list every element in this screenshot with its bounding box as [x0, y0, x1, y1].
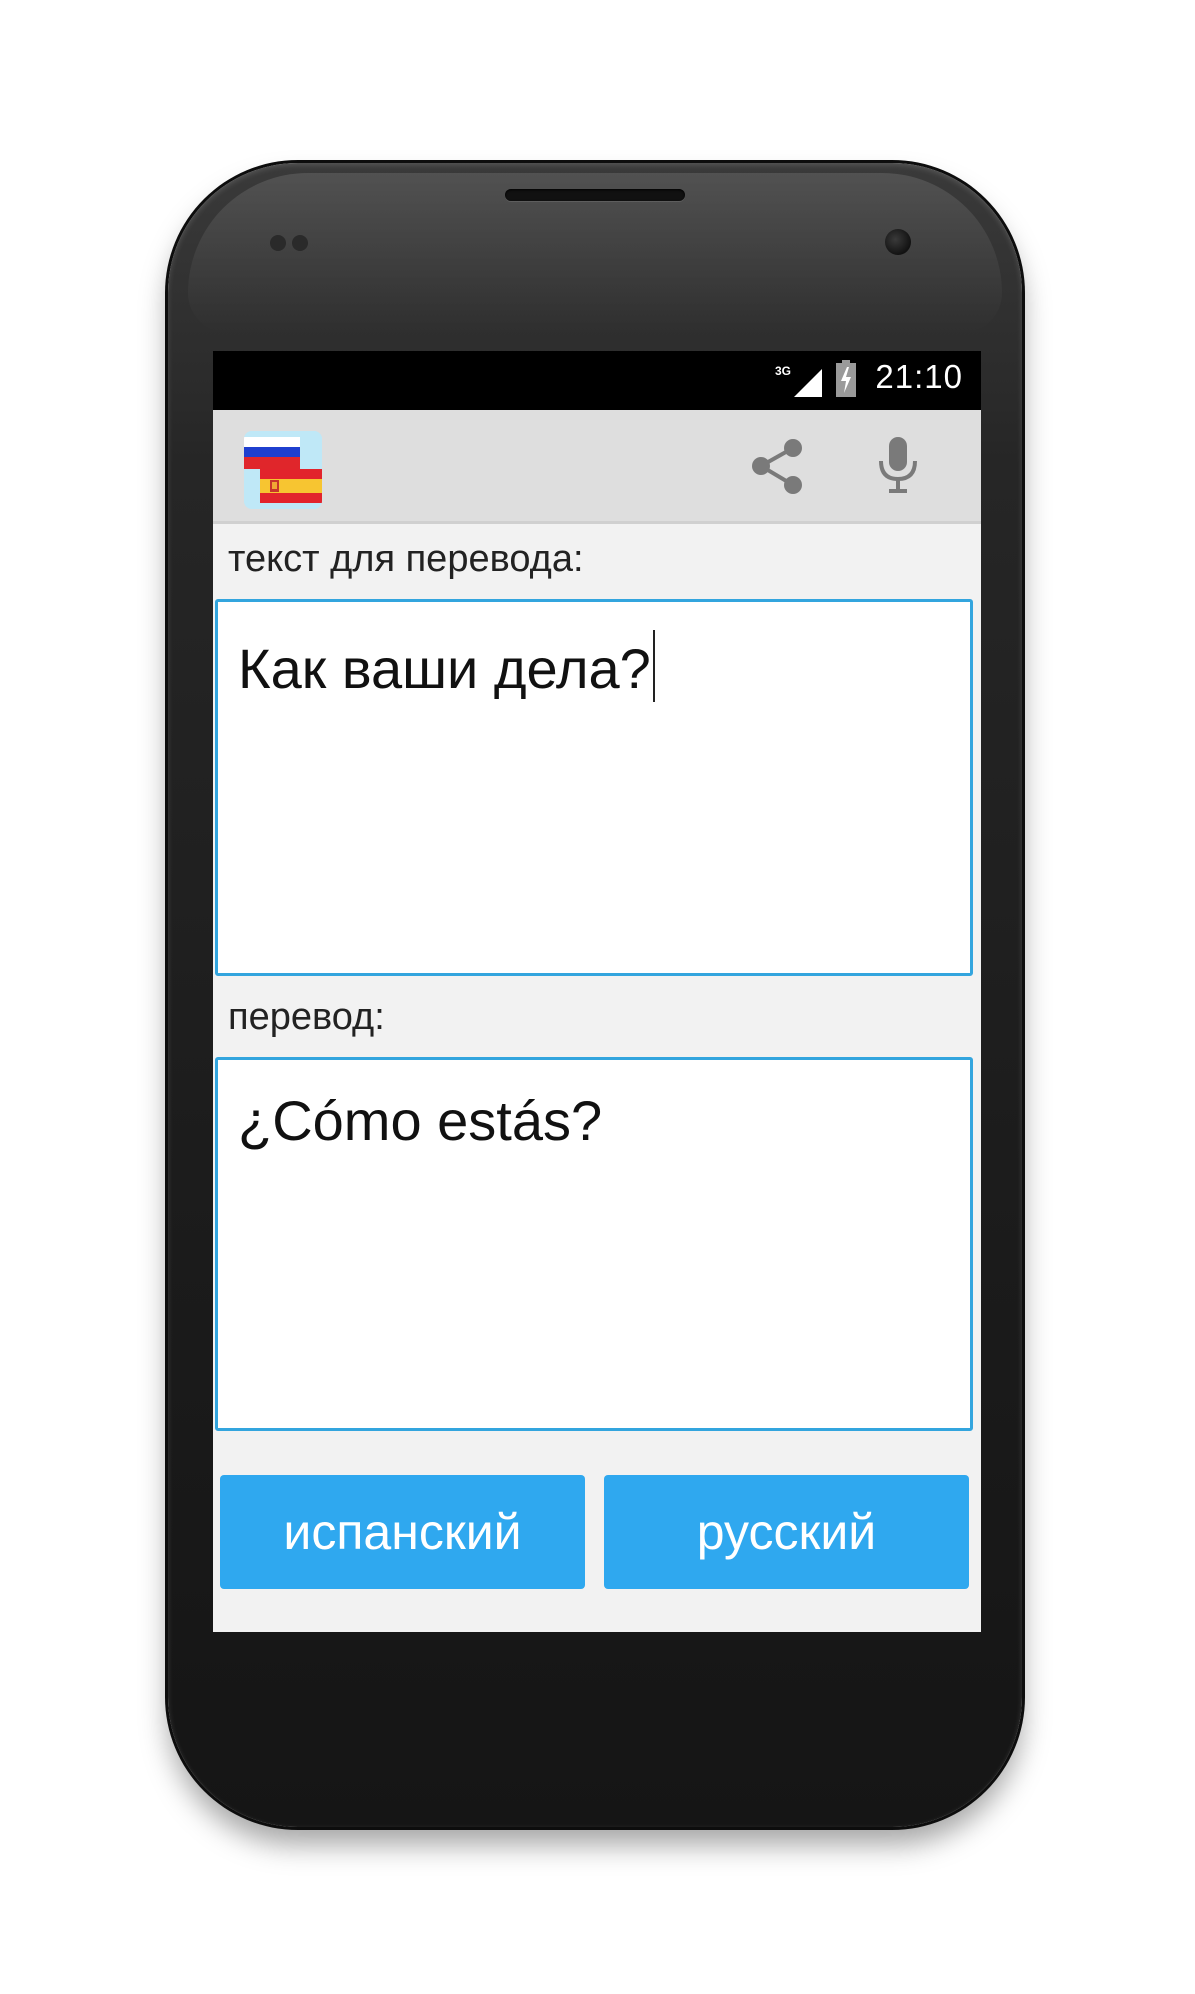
network-type-label: 3G [775, 364, 791, 378]
russian-language-button[interactable]: русский [604, 1475, 969, 1589]
russian-spanish-flags-icon [244, 431, 322, 509]
voice-input-button[interactable] [868, 435, 928, 497]
spanish-language-button[interactable]: испанский [220, 1475, 585, 1589]
action-bar [213, 410, 981, 524]
screen: 3G 21:10 текст для перевода: Как ваши де… [213, 351, 981, 1632]
share-icon [752, 439, 802, 494]
signal-3g-icon: 3G [775, 364, 822, 397]
source-text: Как ваши дела? [238, 637, 651, 700]
microphone-icon [879, 437, 917, 493]
light-sensor [292, 235, 308, 251]
translation-text: ¿Cómo estás? [238, 1089, 603, 1152]
source-label: текст для перевода: [228, 538, 584, 580]
status-bar: 3G 21:10 [213, 351, 981, 410]
source-text-content: Как ваши дела? [238, 630, 655, 702]
translation-label: перевод: [228, 996, 385, 1038]
share-button[interactable] [743, 435, 815, 497]
app-icon[interactable] [244, 431, 322, 509]
earpiece-speaker [505, 189, 685, 201]
text-cursor [652, 630, 655, 702]
translation-output[interactable]: ¿Cómo estás? [215, 1057, 973, 1431]
clock: 21:10 [875, 358, 963, 395]
source-text-input[interactable]: Как ваши дела? [215, 599, 973, 976]
proximity-sensor [270, 235, 286, 251]
front-camera [885, 229, 911, 255]
battery-charging-icon [836, 360, 856, 397]
